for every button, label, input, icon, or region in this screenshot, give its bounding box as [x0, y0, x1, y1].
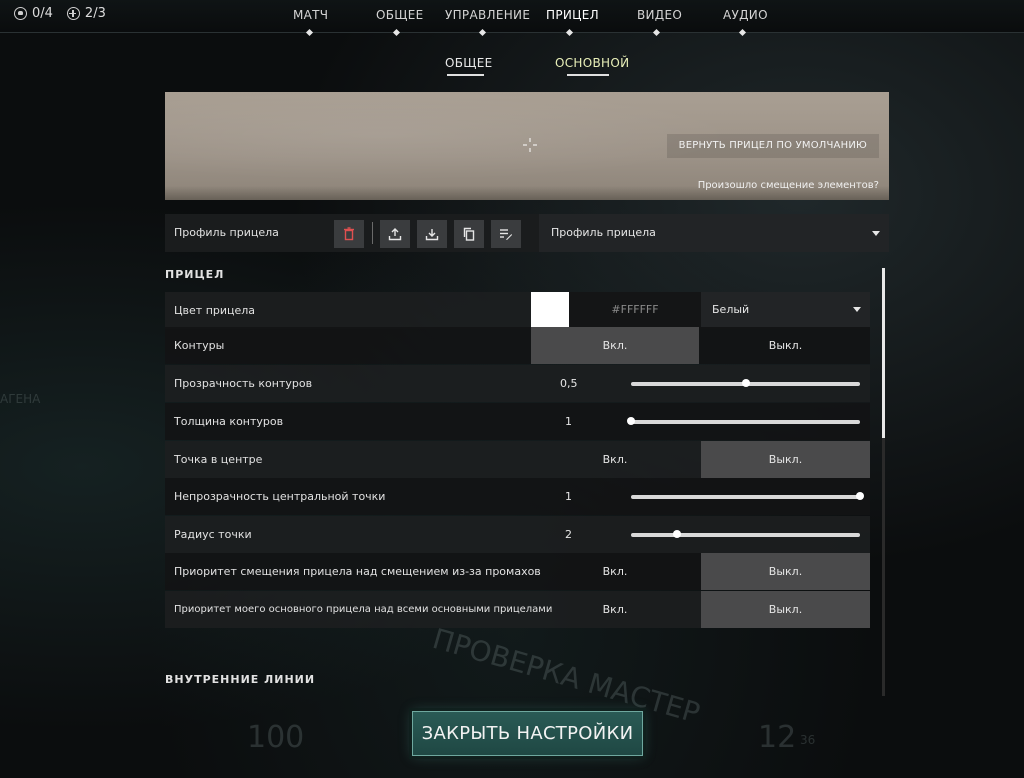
background-ammo-reserve-text: 36	[800, 733, 816, 747]
outline-thickness-slider[interactable]	[627, 417, 860, 425]
color-dropdown[interactable]: Белый	[701, 292, 870, 327]
profile-dropdown-value: Профиль прицела	[551, 226, 656, 239]
setting-label: Контуры	[174, 339, 225, 352]
setting-label: Прозрачность контуров	[174, 377, 313, 390]
slider-knob[interactable]	[672, 530, 681, 538]
skull-icon	[14, 7, 27, 20]
misaligned-elements-link[interactable]: Произошло смещение элементов?	[698, 180, 879, 191]
firing-error-off-button[interactable]: Выкл.	[701, 553, 870, 590]
reset-crosshair-button[interactable]: ВЕРНУТЬ ПРИЦЕЛ ПО УМОЛЧАНИЮ	[666, 134, 879, 158]
background-health-text: 100	[247, 720, 305, 755]
center-dot-off-button[interactable]: Выкл.	[701, 441, 870, 478]
close-settings-button[interactable]: ЗАКРЫТЬ НАСТРОЙКИ	[412, 711, 643, 756]
delete-profile-button[interactable]	[334, 220, 364, 248]
setting-label: Цвет прицела	[174, 304, 256, 317]
export-icon	[388, 228, 402, 241]
tab-match[interactable]: МАТЧ	[293, 8, 328, 22]
toolbar-separator	[372, 222, 373, 244]
color-hex-input[interactable]: #FFFFFF	[569, 292, 701, 327]
tab-audio[interactable]: АУДИО	[723, 8, 768, 22]
subtab-general-underline	[447, 74, 484, 76]
dot-radius-slider[interactable]	[631, 530, 860, 538]
crosshair-preview-icon	[523, 138, 537, 152]
setting-label: Точка в центре	[174, 453, 263, 466]
setting-label: Непрозрачность центральной точки	[174, 490, 386, 503]
rename-icon	[500, 229, 512, 240]
setting-label: Приоритет моего основного прицела над вс…	[174, 604, 553, 615]
crosshair-preview: ВЕРНУТЬ ПРИЦЕЛ ПО УМОЛЧАНИЮ Произошло см…	[165, 92, 889, 200]
setting-row-firing-error-priority: Приоритет смещения прицела над смещением…	[165, 553, 870, 590]
chevron-down-icon	[853, 307, 861, 312]
color-dropdown-value: Белый	[712, 303, 750, 316]
setting-row-outlines: Контуры Вкл. Выкл.	[165, 327, 870, 364]
firing-error-on-button[interactable]: Вкл.	[531, 553, 699, 590]
center-dot-opacity-value: 1	[565, 490, 572, 503]
subtab-primary-underline	[567, 74, 609, 76]
slider-knob[interactable]	[856, 492, 864, 500]
export-profile-button[interactable]	[380, 220, 410, 248]
copy-profile-button[interactable]	[454, 220, 484, 248]
section-heading-inner-lines: ВНУТРЕННИЕ ЛИНИИ	[165, 673, 316, 686]
background-ammo-text: 12	[758, 720, 797, 755]
plus-icon	[66, 7, 80, 20]
chevron-down-icon	[872, 231, 880, 236]
setting-row-outline-thickness: Толщина контуров 1	[165, 403, 870, 440]
profile-label: Профиль прицела	[174, 226, 279, 239]
outline-thickness-value: 1	[565, 415, 572, 428]
tab-video[interactable]: ВИДЕО	[637, 8, 682, 22]
outlines-off-button[interactable]: Выкл.	[701, 327, 870, 364]
match-counters: 0/4 2/3	[14, 6, 106, 21]
setting-row-center-dot-opacity: Непрозрачность центральной точки 1	[165, 478, 870, 515]
slider-knob[interactable]	[741, 379, 750, 387]
dot-radius-value: 2	[565, 528, 572, 541]
setting-row-outline-opacity: Прозрачность контуров 0,5	[165, 365, 870, 402]
tab-general[interactable]: ОБЩЕЕ	[376, 8, 423, 22]
slider-knob[interactable]	[627, 417, 635, 425]
copy-icon	[463, 227, 475, 241]
setting-label: Приоритет смещения прицела над смещением…	[174, 565, 541, 578]
subtab-general[interactable]: ОБЩЕЕ	[445, 56, 492, 70]
setting-label: Радиус точки	[174, 528, 252, 541]
setting-label: Толщина контуров	[174, 415, 284, 428]
color-swatch	[531, 292, 569, 327]
profile-dropdown[interactable]: Профиль прицела	[539, 214, 889, 252]
subtab-primary[interactable]: ОСНОВНОЙ	[555, 56, 629, 70]
center-dot-on-button[interactable]: Вкл.	[531, 441, 699, 478]
counter-second-value: 2/3	[84, 6, 106, 21]
setting-row-dot-radius: Радиус точки 2	[165, 516, 870, 553]
crosshair-profile-bar: Профиль прицела Профиль прицела	[165, 214, 889, 252]
settings-scrollbar-thumb[interactable]	[882, 268, 885, 438]
setting-row-crosshair-color: Цвет прицела #FFFFFF Белый	[165, 292, 870, 329]
center-dot-opacity-slider[interactable]	[631, 492, 864, 500]
delete-icon	[344, 227, 354, 241]
setting-row-center-dot: Точка в центре Вкл. Выкл.	[165, 441, 870, 478]
counter-first-value: 0/4	[32, 6, 53, 21]
rename-profile-button[interactable]	[491, 220, 521, 248]
setting-row-primary-override: Приоритет моего основного прицела над вс…	[165, 591, 870, 628]
primary-override-off-button[interactable]: Выкл.	[701, 591, 870, 628]
tab-controls[interactable]: УПРАВЛЕНИЕ	[445, 8, 530, 22]
section-heading-crosshair: ПРИЦЕЛ	[165, 268, 225, 281]
outline-opacity-slider[interactable]	[631, 379, 860, 387]
import-icon	[425, 229, 439, 241]
import-profile-button[interactable]	[417, 220, 447, 248]
outline-opacity-value: 0,5	[560, 377, 578, 390]
tab-crosshair[interactable]: ПРИЦЕЛ	[546, 8, 599, 22]
counter-first: 0/4	[14, 6, 53, 21]
outlines-on-button[interactable]: Вкл.	[531, 327, 699, 364]
background-agent-text: АГЕНА	[0, 392, 41, 406]
counter-second: 2/3	[66, 6, 106, 21]
primary-override-on-button[interactable]: Вкл.	[531, 591, 699, 628]
